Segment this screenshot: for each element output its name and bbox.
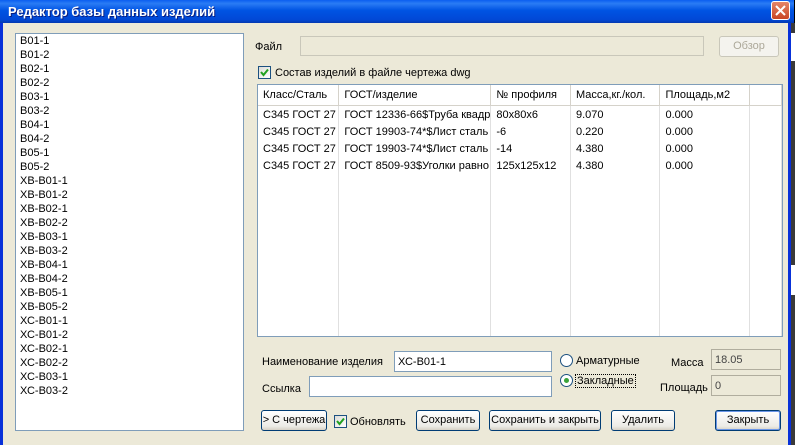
list-item[interactable]: ХС-В03-1 — [16, 370, 243, 384]
table-cell[interactable]: 80х80х6 — [490, 105, 571, 123]
table-cell[interactable]: 4.380 — [570, 157, 661, 174]
table-cell[interactable]: 0.000 — [659, 105, 750, 123]
list-item[interactable]: ХВ-В05-2 — [16, 300, 243, 314]
file-label: Файл — [255, 41, 283, 53]
list-item[interactable]: В03-2 — [16, 104, 243, 118]
from-drawing-button[interactable]: > С чертежа — [261, 410, 327, 431]
radio-embedded-label: Закладные — [575, 374, 636, 388]
components-table[interactable]: Класс/Сталь ГОСТ/изделие № профиля Масса,кг… — [257, 84, 783, 337]
file-path-field[interactable] — [300, 36, 704, 56]
radio-embedded[interactable] — [560, 374, 573, 387]
list-item[interactable]: ХВ-В05-1 — [16, 286, 243, 300]
list-item[interactable]: В04-2 — [16, 132, 243, 146]
background-strip — [791, 23, 795, 445]
list-item[interactable]: В02-2 — [16, 76, 243, 90]
table-cell[interactable]: 0.000 — [659, 140, 750, 157]
table-row[interactable]: С345 ГОСТ 27 ГОСТ 12336-66$Труба квадр 80х… — [258, 105, 782, 123]
list-item[interactable]: ХВ-В02-1 — [16, 202, 243, 216]
table-cell[interactable]: 0.000 — [659, 123, 750, 140]
refresh-checkbox[interactable] — [334, 415, 347, 428]
composition-checkbox[interactable] — [258, 66, 271, 79]
link-input[interactable] — [309, 376, 552, 397]
table-cell[interactable]: 9.070 — [570, 105, 661, 123]
refresh-checkbox-label: Обновлять — [350, 416, 406, 428]
column-header-filler — [749, 85, 782, 106]
checkmark-icon — [336, 417, 345, 426]
table-cell[interactable]: ГОСТ 12336-66$Труба квадр — [338, 105, 492, 123]
title-bar[interactable]: Редактор базы данных изделий — [0, 0, 794, 23]
close-window-button[interactable] — [771, 1, 790, 20]
list-item[interactable]: В04-1 — [16, 118, 243, 132]
table-cell[interactable]: ГОСТ 8509-93$Уголки равно — [338, 157, 492, 174]
list-item[interactable]: В03-1 — [16, 90, 243, 104]
table-cell[interactable]: С345 ГОСТ 27 — [258, 123, 340, 140]
list-item[interactable]: ХВ-В04-2 — [16, 272, 243, 286]
area-label: Площадь — [660, 382, 708, 394]
column-header[interactable]: № профиля — [490, 85, 571, 106]
list-item[interactable]: ХВ-В04-1 — [16, 258, 243, 272]
save-button[interactable]: Сохранить — [416, 410, 480, 431]
list-item[interactable]: В01-1 — [16, 34, 243, 48]
area-value-field: 0 — [711, 375, 781, 396]
save-and-close-button[interactable]: Сохранить и закрыть — [489, 410, 601, 431]
list-item[interactable]: ХС-В01-2 — [16, 328, 243, 342]
composition-checkbox-label: Состав изделий в файле чертежа dwg — [275, 67, 471, 79]
close-icon — [775, 5, 786, 16]
window-title: Редактор базы данных изделий — [8, 4, 216, 19]
column-header[interactable]: ГОСТ/изделие — [338, 85, 492, 106]
table-cell[interactable]: С345 ГОСТ 27 — [258, 157, 340, 174]
editor-window: Редактор базы данных изделий В01-1 В01-2 В… — [0, 0, 794, 445]
link-label: Ссылка — [262, 383, 301, 395]
radio-selected-dot — [564, 378, 569, 383]
list-item[interactable]: ХС-В01-1 — [16, 314, 243, 328]
items-listbox[interactable]: В01-1 В01-2 В02-1 В02-2 В03-1 В03-2 В04-1 В04-2… — [15, 33, 244, 431]
table-cell[interactable]: 0.000 — [659, 157, 750, 174]
table-cell[interactable]: С345 ГОСТ 27 — [258, 105, 340, 123]
table-cell[interactable]: -6 — [490, 123, 571, 140]
product-name-label: Наименование изделия — [262, 356, 383, 368]
table-cell[interactable]: ГОСТ 19903-74*$Лист сталь — [338, 140, 492, 157]
table-row[interactable]: С345 ГОСТ 27 ГОСТ 8509-93$Уголки равно 125… — [258, 157, 782, 174]
column-header[interactable]: Площадь,м2 — [659, 85, 750, 106]
table-row[interactable]: С345 ГОСТ 27 ГОСТ 19903-74*$Лист сталь -14… — [258, 140, 782, 157]
list-item[interactable]: В05-2 — [16, 160, 243, 174]
browse-button[interactable]: Обзор — [719, 36, 779, 57]
column-header[interactable]: Класс/Сталь — [258, 85, 340, 106]
close-button[interactable]: Закрыть — [715, 410, 781, 431]
list-item[interactable]: В02-1 — [16, 62, 243, 76]
table-cell[interactable]: 0.220 — [570, 123, 661, 140]
mass-label: Масса — [671, 357, 704, 369]
column-header[interactable]: Масса,кг./кол. — [570, 85, 661, 106]
list-item[interactable]: ХВ-В01-1 — [16, 174, 243, 188]
list-item[interactable]: В01-2 — [16, 48, 243, 62]
list-item[interactable]: ХВ-В03-2 — [16, 244, 243, 258]
list-item[interactable]: В05-1 — [16, 146, 243, 160]
radio-reinforcing[interactable] — [560, 354, 573, 367]
list-item[interactable]: ХС-В02-2 — [16, 356, 243, 370]
table-cell[interactable]: -14 — [490, 140, 571, 157]
list-item[interactable]: ХС-В02-1 — [16, 342, 243, 356]
table-cell[interactable]: ГОСТ 19903-74*$Лист сталь — [338, 123, 492, 140]
table-cell[interactable]: 4.380 — [570, 140, 661, 157]
list-item[interactable]: ХС-В03-2 — [16, 384, 243, 398]
list-item[interactable]: ХВ-В01-2 — [16, 188, 243, 202]
table-row[interactable]: С345 ГОСТ 27 ГОСТ 19903-74*$Лист сталь -6 0… — [258, 123, 782, 140]
table-cell[interactable]: С345 ГОСТ 27 — [258, 140, 340, 157]
list-item[interactable]: ХВ-В03-1 — [16, 230, 243, 244]
delete-button[interactable]: Удалить — [611, 410, 675, 431]
checkmark-icon — [260, 68, 269, 77]
list-item[interactable]: ХВ-В02-2 — [16, 216, 243, 230]
mass-value-field: 18.05 — [711, 349, 781, 370]
table-cell[interactable]: 125х125х12 — [490, 157, 571, 174]
radio-reinforcing-label: Арматурные — [576, 355, 640, 367]
product-name-input[interactable]: ХС-В01-1 — [394, 351, 552, 372]
